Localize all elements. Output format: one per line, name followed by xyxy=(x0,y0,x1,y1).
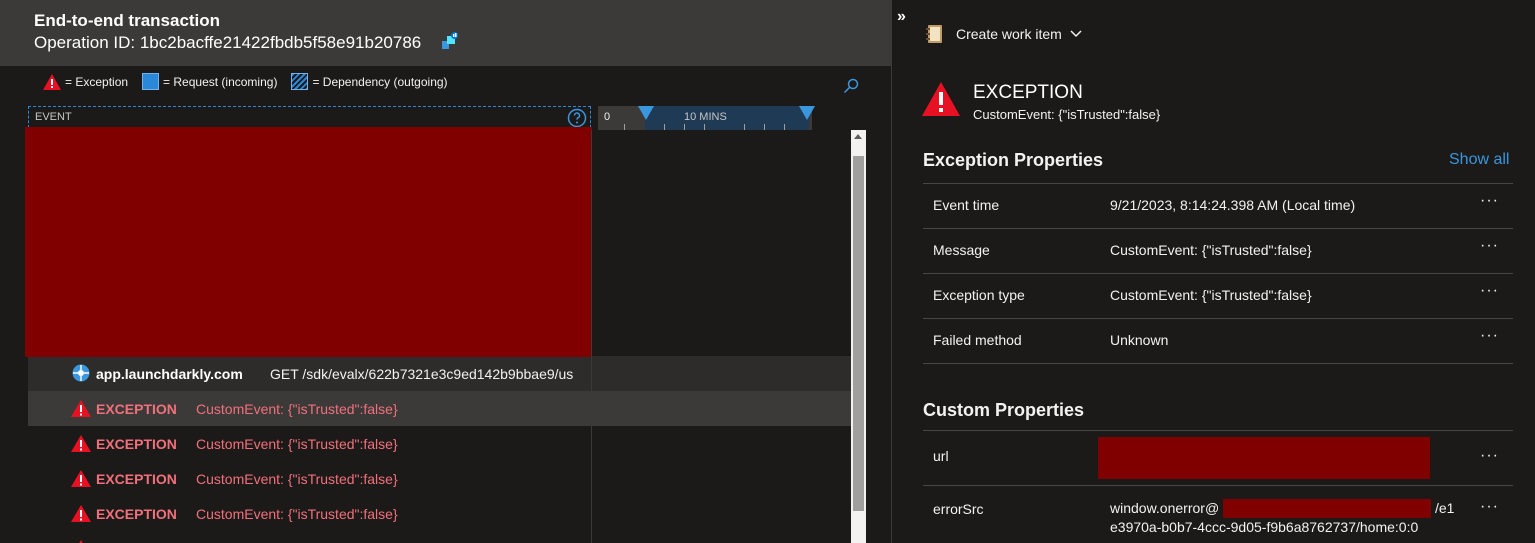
legend-exception: = Exception xyxy=(43,73,129,90)
event-row-exception[interactable]: EXCEPTION CustomEvent: {"isTrusted":fals… xyxy=(28,426,851,461)
property-row: Message CustomEvent: {"isTrusted":false}… xyxy=(923,228,1513,273)
search-icon[interactable] xyxy=(843,78,859,94)
event-row-exception[interactable]: EXCEPTION CustomEvent: {"isTrusted":fals… xyxy=(28,496,851,531)
dependency-call: GET /sdk/evalx/622b7321e3c9ed142b9bbae9/… xyxy=(270,365,574,382)
request-swatch xyxy=(142,73,160,90)
property-row: url ··· xyxy=(923,430,1513,485)
property-row: Exception type CustomEvent: {"isTrusted"… xyxy=(923,273,1513,318)
help-icon[interactable] xyxy=(566,107,588,129)
redacted-region xyxy=(25,127,592,357)
transaction-pane: End-to-end transaction Operation ID: 1bc… xyxy=(0,0,891,543)
property-value: Unknown xyxy=(1110,332,1169,348)
property-key: Exception type xyxy=(933,287,1025,303)
more-actions-icon[interactable]: ··· xyxy=(1480,192,1499,210)
warning-icon xyxy=(71,470,91,487)
property-value: window.onerror@ /e1 e3970a-b0b7-4ccc-9d0… xyxy=(1110,499,1454,537)
exception-detail: CustomEvent: {"isTrusted":false} xyxy=(196,400,398,417)
exception-subtitle: CustomEvent: {"isTrusted":false} xyxy=(973,107,1161,122)
operation-id: Operation ID: 1bc2bacffe21422fbdb5f58e91… xyxy=(34,33,422,52)
errorsrc-prefix: window.onerror@ xyxy=(1110,500,1220,516)
property-value: 9/21/2023, 8:14:24.398 AM (Local time) xyxy=(1110,197,1356,213)
exception-label: EXCEPTION xyxy=(96,505,177,522)
exception-detail: CustomEvent: {"isTrusted":false} xyxy=(196,505,398,522)
show-all-link[interactable]: Show all xyxy=(1449,151,1509,169)
errorsrc-suffix: /e1 xyxy=(1434,500,1455,516)
property-key: Event time xyxy=(933,197,1000,213)
dependency-target: app.launchdarkly.com xyxy=(96,365,243,382)
exception-label: EXCEPTION xyxy=(96,400,177,417)
event-column-label: EVENT xyxy=(35,111,72,123)
exception-detail: CustomEvent: {"isTrusted":false} xyxy=(196,435,398,452)
property-value: CustomEvent: {"isTrusted":false} xyxy=(1110,242,1312,258)
timeline-start-handle[interactable] xyxy=(638,106,654,120)
more-actions-icon[interactable]: ··· xyxy=(1480,327,1499,345)
property-value: CustomEvent: {"isTrusted":false} xyxy=(1110,287,1312,303)
timeline-scale[interactable]: 0 10 MINS xyxy=(598,106,815,130)
event-column-header: EVENT xyxy=(28,106,591,128)
transaction-header: End-to-end transaction Operation ID: 1bc… xyxy=(0,0,891,66)
exception-properties-table: Event time 9/21/2023, 8:14:24.398 AM (Lo… xyxy=(923,183,1513,364)
details-pane: » Create work item EXCEPTION CustomEvent… xyxy=(892,0,1535,543)
dependency-swatch xyxy=(291,73,309,90)
column-separator xyxy=(591,130,592,543)
collapse-pane-icon[interactable]: » xyxy=(897,8,906,26)
work-item-icon xyxy=(926,25,942,43)
more-actions-icon[interactable]: ··· xyxy=(1480,237,1499,255)
more-actions-icon[interactable]: ··· xyxy=(1480,282,1499,300)
legend-request-label: = Request (incoming) xyxy=(163,74,278,89)
page-title: End-to-end transaction xyxy=(34,11,221,30)
property-key: Message xyxy=(933,242,990,258)
property-row: Failed method Unknown ··· xyxy=(923,318,1513,363)
property-row: Event time 9/21/2023, 8:14:24.398 AM (Lo… xyxy=(923,183,1513,228)
warning-icon xyxy=(43,73,61,90)
more-actions-icon[interactable]: ··· xyxy=(1480,447,1499,465)
custom-properties-table: url ··· errorSrc window.onerror@ /e1 e39… xyxy=(923,430,1513,543)
scroll-up-arrow[interactable] xyxy=(854,134,862,139)
warning-icon xyxy=(71,435,91,452)
timeline-span: 10 MINS xyxy=(684,111,727,123)
event-row-exception[interactable]: EXCEPTION CustomEvent: {"isTrusted":fals… xyxy=(28,391,851,426)
exception-detail: CustomEvent: {"isTrusted":false} xyxy=(196,470,398,487)
more-actions-icon[interactable]: ··· xyxy=(1480,498,1499,516)
redacted-path xyxy=(1223,499,1431,518)
legend-exception-label: = Exception xyxy=(65,74,129,89)
event-row-exception[interactable]: EXCEPTION CustomEvent: {"isTrusted":fals… xyxy=(28,461,851,496)
create-work-item-button[interactable]: Create work item xyxy=(926,24,1082,44)
exception-label: EXCEPTION xyxy=(96,470,177,487)
create-work-item-label: Create work item xyxy=(956,26,1062,42)
event-row-exception[interactable] xyxy=(28,531,851,543)
legend-dependency: = Dependency (outgoing) xyxy=(291,73,448,90)
dependency-globe-icon xyxy=(72,364,90,382)
property-row: errorSrc window.onerror@ /e1 e3970a-b0b7… xyxy=(923,485,1513,543)
timeline-end-handle[interactable] xyxy=(799,106,815,120)
exception-label: EXCEPTION xyxy=(96,435,177,452)
errorsrc-line2: e3970a-b0b7-4ccc-9d05-f9b6a8762737/home:… xyxy=(1110,519,1419,535)
warning-icon xyxy=(71,400,91,417)
redacted-url xyxy=(1098,437,1430,479)
timeline-start: 0 xyxy=(604,111,611,123)
exception-title: EXCEPTION xyxy=(973,82,1083,103)
app-insights-icon[interactable] xyxy=(440,31,460,51)
property-key: url xyxy=(933,448,949,464)
event-list-scrollbar[interactable] xyxy=(851,130,866,543)
legend-dependency-label: = Dependency (outgoing) xyxy=(312,74,448,89)
exception-properties-title: Exception Properties xyxy=(923,150,1104,170)
legend-request: = Request (incoming) xyxy=(142,73,277,90)
property-key: Failed method xyxy=(933,332,1022,348)
scroll-thumb[interactable] xyxy=(853,156,864,511)
legend: = Exception = Request (incoming) = Depen… xyxy=(43,73,462,90)
chevron-down-icon xyxy=(1070,30,1082,38)
warning-icon xyxy=(71,505,91,522)
property-key: errorSrc xyxy=(933,501,984,517)
event-row-dependency[interactable]: app.launchdarkly.com GET /sdk/evalx/622b… xyxy=(28,356,851,391)
custom-properties-title: Custom Properties xyxy=(923,400,1085,420)
warning-icon xyxy=(922,82,960,116)
